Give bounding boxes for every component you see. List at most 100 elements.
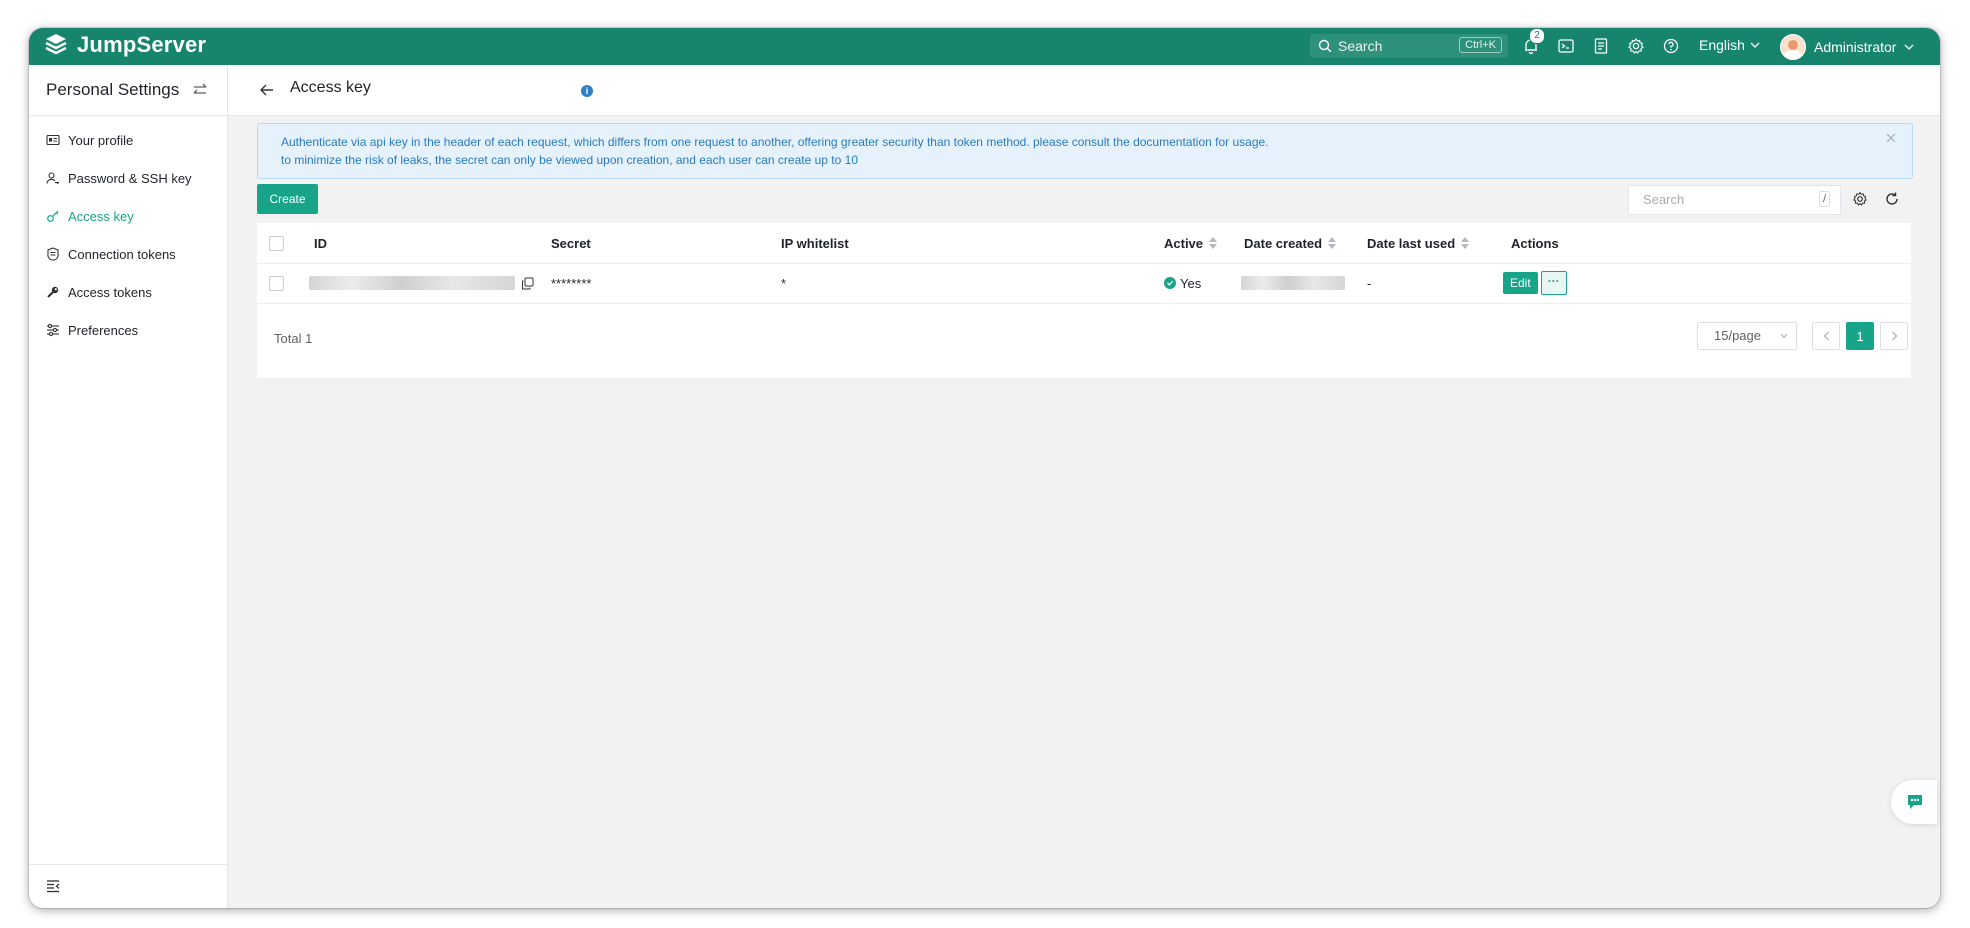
sort-icon (1461, 237, 1470, 249)
sidebar-item-label: Connection tokens (68, 246, 176, 262)
column-header-actions: Actions (1511, 235, 1559, 251)
collapse-menu-icon[interactable] (45, 878, 61, 894)
more-actions-button[interactable]: ··· (1540, 271, 1567, 295)
global-search-label: Search (1338, 38, 1383, 54)
total-count: Total 1 (274, 331, 313, 346)
help-icon[interactable] (1662, 37, 1680, 55)
edit-button[interactable]: Edit (1503, 272, 1538, 294)
shield-icon (47, 247, 59, 261)
notification-badge: 2 (1529, 28, 1545, 44)
alert-text-line2: to minimize the risk of leaks, the secre… (281, 153, 858, 167)
refresh-icon[interactable] (1884, 191, 1900, 207)
next-page-button[interactable] (1880, 322, 1908, 350)
chat-icon (1908, 795, 1922, 809)
terminal-icon[interactable] (1557, 37, 1575, 55)
chevron-down-icon (1750, 42, 1760, 48)
info-icon[interactable]: i (581, 85, 593, 97)
search-shortcut-hint: Ctrl+K (1459, 37, 1502, 53)
column-header-date-last-used[interactable]: Date last used (1367, 223, 1470, 263)
sidebar-item-label: Access key (68, 208, 134, 224)
date-created-cell (1241, 263, 1345, 303)
close-icon[interactable] (1886, 133, 1896, 143)
table-row: ******** * Yes - Edit ··· (257, 263, 1911, 304)
check-circle-icon (1164, 277, 1176, 289)
table-search[interactable]: / (1628, 185, 1841, 215)
active-status-text: Yes (1180, 275, 1202, 291)
sidebar-item-label: Preferences (68, 322, 139, 338)
prev-page-button[interactable] (1812, 322, 1840, 350)
column-header-id: ID (314, 235, 327, 251)
copy-icon[interactable] (521, 277, 534, 290)
search-input[interactable] (1641, 191, 1805, 208)
create-button[interactable]: Create (257, 184, 318, 214)
language-selector[interactable]: English (1699, 37, 1760, 53)
active-cell: Yes (1164, 263, 1201, 303)
user-menu[interactable]: Administrator (1780, 34, 1914, 60)
app-name: JumpServer (77, 32, 207, 57)
app-logo[interactable]: JumpServer (43, 32, 206, 58)
user-name: Administrator (1814, 39, 1897, 55)
global-search[interactable]: Search Ctrl+K (1310, 34, 1508, 58)
sidebar-title: Personal Settings (46, 80, 180, 99)
avatar (1780, 34, 1806, 60)
page-title: Access key (290, 79, 371, 96)
actions-cell: Edit ··· (1503, 263, 1567, 303)
search-shortcut-hint: / (1818, 191, 1830, 207)
redacted-date-created (1241, 276, 1345, 290)
sidebar-nav: Your profile Password & SSH key Access k… (29, 116, 227, 349)
sidebar-item-password-ssh-key[interactable]: Password & SSH key (29, 159, 227, 197)
column-header-label: Date created (1244, 235, 1323, 251)
access-key-table: ID Secret IP whitelist Active Date creat… (257, 223, 1911, 378)
chat-assistant-button[interactable] (1891, 780, 1937, 824)
key-icon (47, 210, 59, 222)
document-icon[interactable] (1592, 37, 1610, 55)
select-all-checkbox[interactable] (269, 235, 284, 251)
jumpserver-logo-icon (45, 34, 67, 55)
sidebar-item-label: Access tokens (68, 284, 152, 300)
user-key-icon (46, 172, 59, 184)
settings-icon[interactable] (1852, 191, 1868, 207)
page-size-select[interactable]: 15/page (1697, 322, 1797, 350)
page-number-1[interactable]: 1 (1846, 322, 1874, 350)
secret-cell: ******** (551, 275, 592, 291)
page-size-value: 15/page (1714, 328, 1761, 343)
gear-icon[interactable] (1627, 37, 1645, 55)
chevron-down-icon (1780, 333, 1788, 339)
table-footer: Total 1 15/page 1 (257, 304, 1911, 378)
info-alert: Authenticate via api key in the header o… (257, 123, 1913, 179)
wrench-icon (47, 286, 59, 298)
column-header-date-created[interactable]: Date created (1244, 223, 1337, 263)
alert-text-line1: Authenticate via api key in the header o… (281, 135, 1269, 149)
top-bar: JumpServer Search Ctrl+K 2 English Admin… (29, 28, 1940, 65)
sidebar-item-access-tokens[interactable]: Access tokens (29, 273, 227, 311)
sidebar-item-your-profile[interactable]: Your profile (29, 121, 227, 159)
table-header: ID Secret IP whitelist Active Date creat… (257, 223, 1911, 264)
column-header-secret: Secret (551, 235, 591, 251)
column-header-label: Date last used (1367, 235, 1456, 251)
switch-view-icon[interactable] (191, 81, 209, 99)
sidebar-item-connection-tokens[interactable]: Connection tokens (29, 235, 227, 273)
sort-icon (1328, 237, 1337, 249)
column-header-label: Active (1164, 235, 1204, 251)
chevron-left-icon (1823, 331, 1829, 341)
page-header: Access key i (228, 65, 1940, 116)
date-last-used-cell: - (1367, 275, 1372, 291)
sidebar: Personal Settings Your profile Password … (29, 65, 228, 908)
app-window: JumpServer Search Ctrl+K 2 English Admin… (29, 28, 1940, 908)
sidebar-item-label: Password & SSH key (68, 170, 192, 186)
search-icon (1318, 39, 1332, 53)
id-cell (309, 263, 534, 303)
back-arrow-icon[interactable] (258, 81, 276, 99)
language-label: English (1699, 37, 1745, 53)
ip-whitelist-cell: * (781, 275, 787, 291)
sidebar-item-access-key[interactable]: Access key (29, 197, 227, 235)
id-card-icon (46, 134, 60, 146)
column-header-active[interactable]: Active (1164, 223, 1218, 263)
redacted-id (309, 276, 515, 290)
chevron-down-icon (1905, 44, 1914, 50)
sidebar-item-preferences[interactable]: Preferences (29, 311, 227, 349)
sliders-icon (47, 323, 59, 337)
row-checkbox[interactable] (269, 275, 284, 291)
sidebar-item-label: Your profile (68, 132, 134, 148)
sort-icon (1209, 237, 1218, 249)
